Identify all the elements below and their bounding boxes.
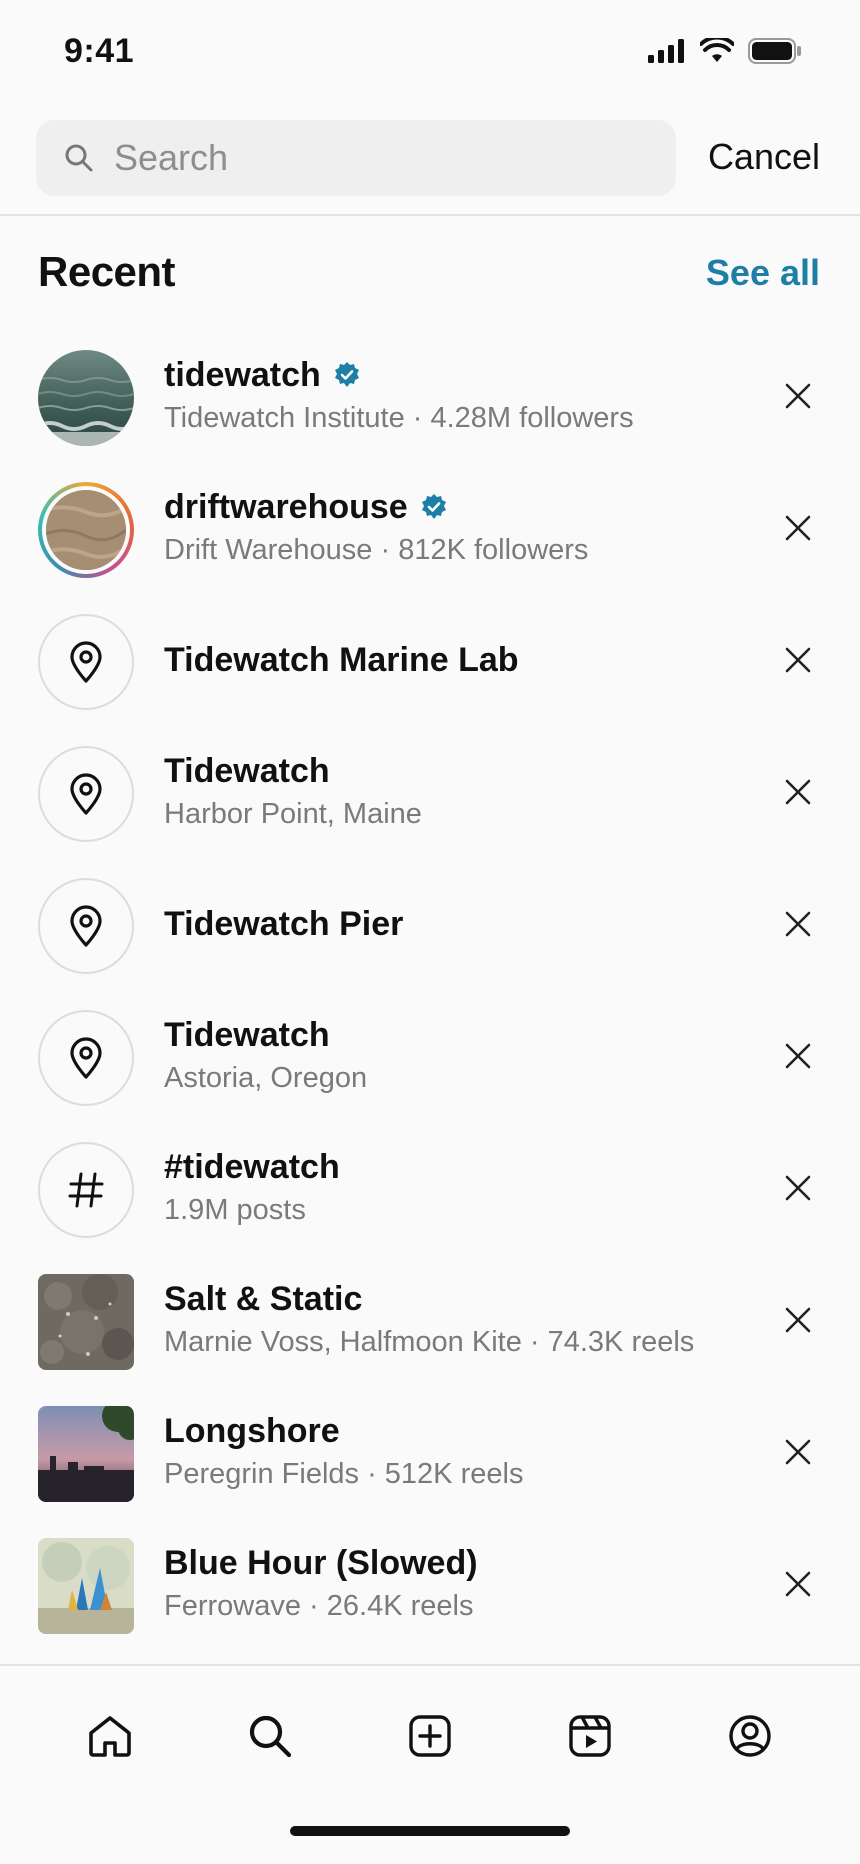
reels-icon <box>569 1715 611 1757</box>
list-item[interactable]: tidewatch Tidewatch Institute · 4.28M fo… <box>0 330 860 462</box>
search-icon <box>62 141 96 175</box>
close-icon[interactable] <box>778 1564 818 1604</box>
list-item[interactable]: Blue Hour (Slowed) Ferrowave · 26.4K ree… <box>0 1518 860 1650</box>
status-bar: 9:41 <box>0 0 860 110</box>
list-item[interactable]: Tidewatch Pier <box>0 858 860 990</box>
avatar <box>38 482 134 578</box>
list-item-title: Longshore <box>164 1412 340 1450</box>
list-item-subtitle: Marnie Voss, Halfmoon Kite · 74.3K reels <box>164 1326 695 1358</box>
list-item-texts: Tidewatch Harbor Point, Maine <box>164 726 744 858</box>
close-icon[interactable] <box>778 1036 818 1076</box>
list-item-title: Tidewatch Marine Lab <box>164 641 519 679</box>
list-item[interactable]: #tidewatch 1.9M posts <box>0 1122 860 1254</box>
audio-cover-image <box>38 1406 134 1502</box>
tab-search[interactable] <box>238 1704 302 1768</box>
list-item-texts: Tidewatch Marine Lab <box>164 594 744 726</box>
list-item[interactable]: Tidewatch Harbor Point, Maine <box>0 726 860 858</box>
list-item-texts: tidewatch Tidewatch Institute · 4.28M fo… <box>164 330 744 462</box>
list-item-subtitle: 1.9M posts <box>164 1194 306 1226</box>
hashtag-icon <box>38 1142 134 1238</box>
list-item-texts: Longshore Peregrin Fields · 512K reels <box>164 1386 744 1518</box>
list-item-title: Blue Hour (Slowed) <box>164 1544 478 1582</box>
list-item-title: #tidewatch <box>164 1148 340 1186</box>
list-item-subtitle: Ferrowave · 26.4K reels <box>164 1590 474 1622</box>
section-title: Recent <box>38 248 176 295</box>
list-item-title: Tidewatch <box>164 1016 330 1054</box>
search-box[interactable] <box>36 120 676 196</box>
list-item-texts: #tidewatch 1.9M posts <box>164 1122 744 1254</box>
list-item-texts: Blue Hour (Slowed) Ferrowave · 26.4K ree… <box>164 1518 744 1650</box>
profile-icon <box>729 1715 771 1757</box>
list-item-subtitle: Harbor Point, Maine <box>164 798 422 830</box>
tab-home[interactable] <box>78 1704 142 1768</box>
status-icons <box>648 38 802 64</box>
list-item-title: driftwarehouse <box>164 488 408 526</box>
list-item[interactable]: driftwarehouse Drift Warehouse · 812K fo… <box>0 462 860 594</box>
avatar <box>38 350 134 446</box>
audio-cover-image <box>38 1538 134 1634</box>
close-icon[interactable] <box>778 1300 818 1340</box>
location-pin-icon <box>38 746 134 842</box>
list-item-subtitle: Peregrin Fields · 512K reels <box>164 1458 524 1490</box>
search-header: Cancel <box>0 110 860 216</box>
list-item-title: Tidewatch Pier <box>164 905 404 943</box>
verified-badge-icon <box>334 362 359 387</box>
close-icon[interactable] <box>778 1168 818 1208</box>
close-icon[interactable] <box>778 1432 818 1472</box>
list-item-texts: Salt & Static Marnie Voss, Halfmoon Kite… <box>164 1254 744 1386</box>
recent-list: tidewatch Tidewatch Institute · 4.28M fo… <box>0 330 860 1650</box>
wifi-icon <box>700 38 734 62</box>
search-icon <box>249 1715 292 1758</box>
recent-header: Recent See all <box>0 240 860 310</box>
tab-profile[interactable] <box>718 1704 782 1768</box>
list-item-texts: driftwarehouse Drift Warehouse · 812K fo… <box>164 462 744 594</box>
close-icon[interactable] <box>778 376 818 416</box>
list-item[interactable]: Tidewatch Marine Lab <box>0 594 860 726</box>
list-item[interactable]: Longshore Peregrin Fields · 512K reels <box>0 1386 860 1518</box>
list-item-texts: Tidewatch Astoria, Oregon <box>164 990 744 1122</box>
add-post-icon <box>409 1715 451 1757</box>
location-pin-icon <box>38 1010 134 1106</box>
tab-create[interactable] <box>398 1704 462 1768</box>
list-item-title: Salt & Static <box>164 1280 363 1318</box>
list-item-subtitle: Astoria, Oregon <box>164 1062 368 1094</box>
status-time: 9:41 <box>64 32 135 70</box>
list-item-texts: Tidewatch Pier <box>164 858 744 990</box>
location-pin-icon <box>38 878 134 974</box>
verified-badge-icon <box>421 494 446 519</box>
list-item-subtitle: Tidewatch Institute · 4.28M followers <box>164 402 634 434</box>
search-input[interactable] <box>114 137 654 179</box>
location-pin-icon <box>38 614 134 710</box>
cellular-signal-icon <box>648 39 684 63</box>
home-icon <box>89 1716 131 1757</box>
see-all-link[interactable]: See all <box>706 252 820 294</box>
list-item-subtitle: Drift Warehouse · 812K followers <box>164 534 589 566</box>
close-icon[interactable] <box>778 772 818 812</box>
list-item[interactable]: Salt & Static Marnie Voss, Halfmoon Kite… <box>0 1254 860 1386</box>
tab-reels[interactable] <box>558 1704 622 1768</box>
battery-icon <box>748 38 801 64</box>
close-icon[interactable] <box>778 904 818 944</box>
home-indicator <box>290 1826 570 1836</box>
list-item-title: Tidewatch <box>164 752 330 790</box>
cancel-button[interactable]: Cancel <box>708 136 820 178</box>
audio-cover-image <box>38 1274 134 1370</box>
close-icon[interactable] <box>778 640 818 680</box>
list-item[interactable]: Tidewatch Astoria, Oregon <box>0 990 860 1122</box>
close-icon[interactable] <box>778 508 818 548</box>
list-item-title: tidewatch <box>164 356 321 394</box>
